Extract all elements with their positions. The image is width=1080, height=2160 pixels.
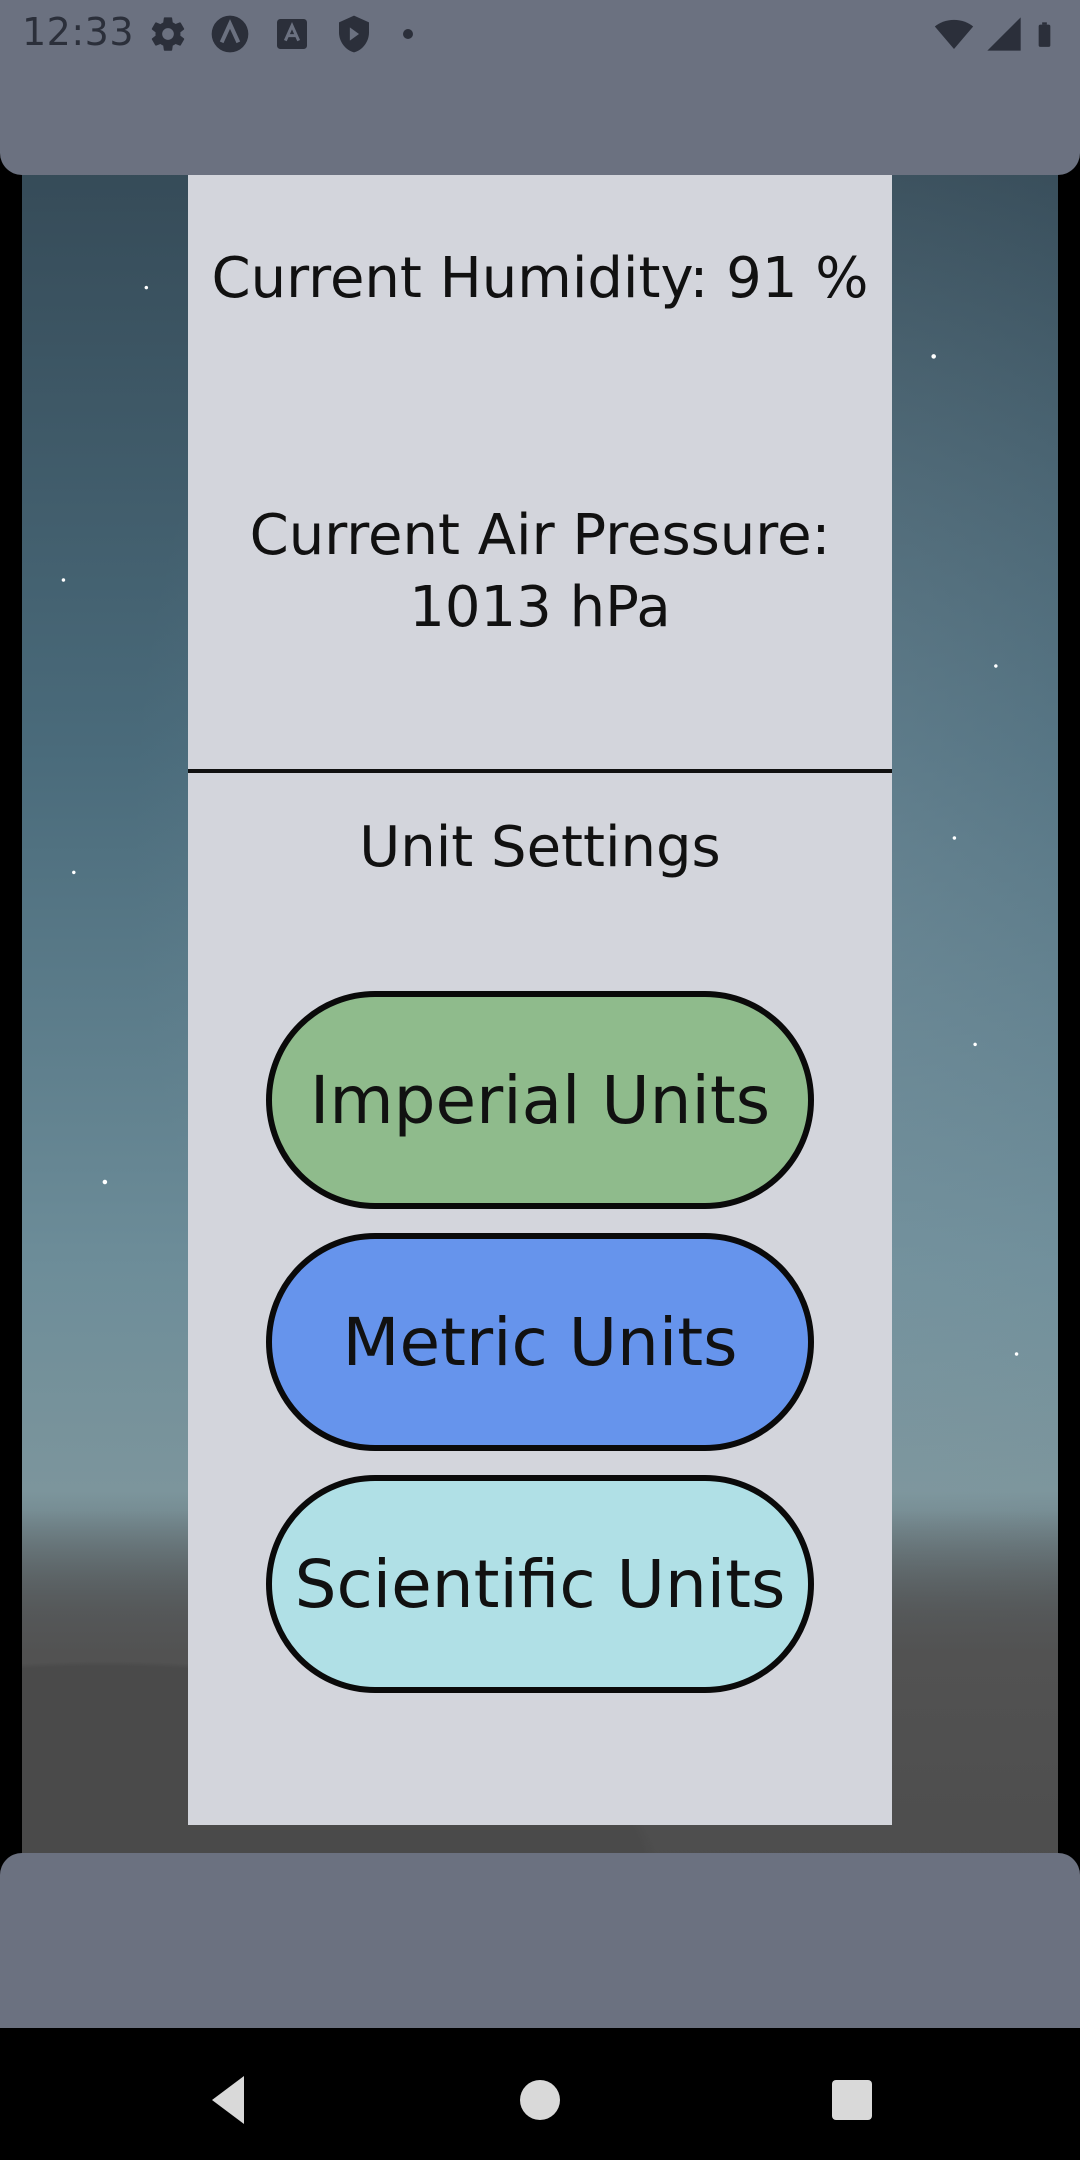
humidity-text: Current Humidity: 91 % (211, 246, 869, 311)
home-circle-icon[interactable] (510, 2070, 570, 2130)
air-pressure-text: Current Air Pressure: 1013 hPa (248, 500, 832, 643)
wifi-icon (934, 19, 974, 49)
status-icons-left (148, 12, 420, 56)
dot-icon (403, 29, 413, 39)
section-divider (188, 769, 892, 773)
shield-icon (339, 15, 369, 53)
bottom-panel (0, 1853, 1080, 2028)
weather-card: Current Humidity: 91 % Current Air Press… (188, 175, 892, 1825)
status-icons-right (934, 12, 1062, 56)
back-triangle-icon[interactable] (200, 2070, 260, 2130)
signal-icon (987, 17, 1021, 51)
navigation-bar (0, 2028, 1080, 2160)
imperial-units-button[interactable]: Imperial Units (266, 991, 814, 1209)
metric-units-button[interactable]: Metric Units (266, 1233, 814, 1451)
font-a-icon (277, 19, 307, 49)
battery-icon (1038, 22, 1051, 47)
app-a-icon (211, 15, 249, 53)
status-time: 12:33 (22, 10, 135, 54)
air-pressure-value: 1013 hPa (409, 574, 671, 640)
air-pressure-label: Current Air Pressure: (249, 503, 831, 568)
status-bar: 12:33 (0, 0, 1080, 66)
unit-settings-heading: Unit Settings (359, 815, 721, 880)
settings-gear-icon (151, 17, 185, 51)
scientific-units-button[interactable]: Scientific Units (266, 1475, 814, 1693)
recents-square-icon[interactable] (822, 2070, 882, 2130)
